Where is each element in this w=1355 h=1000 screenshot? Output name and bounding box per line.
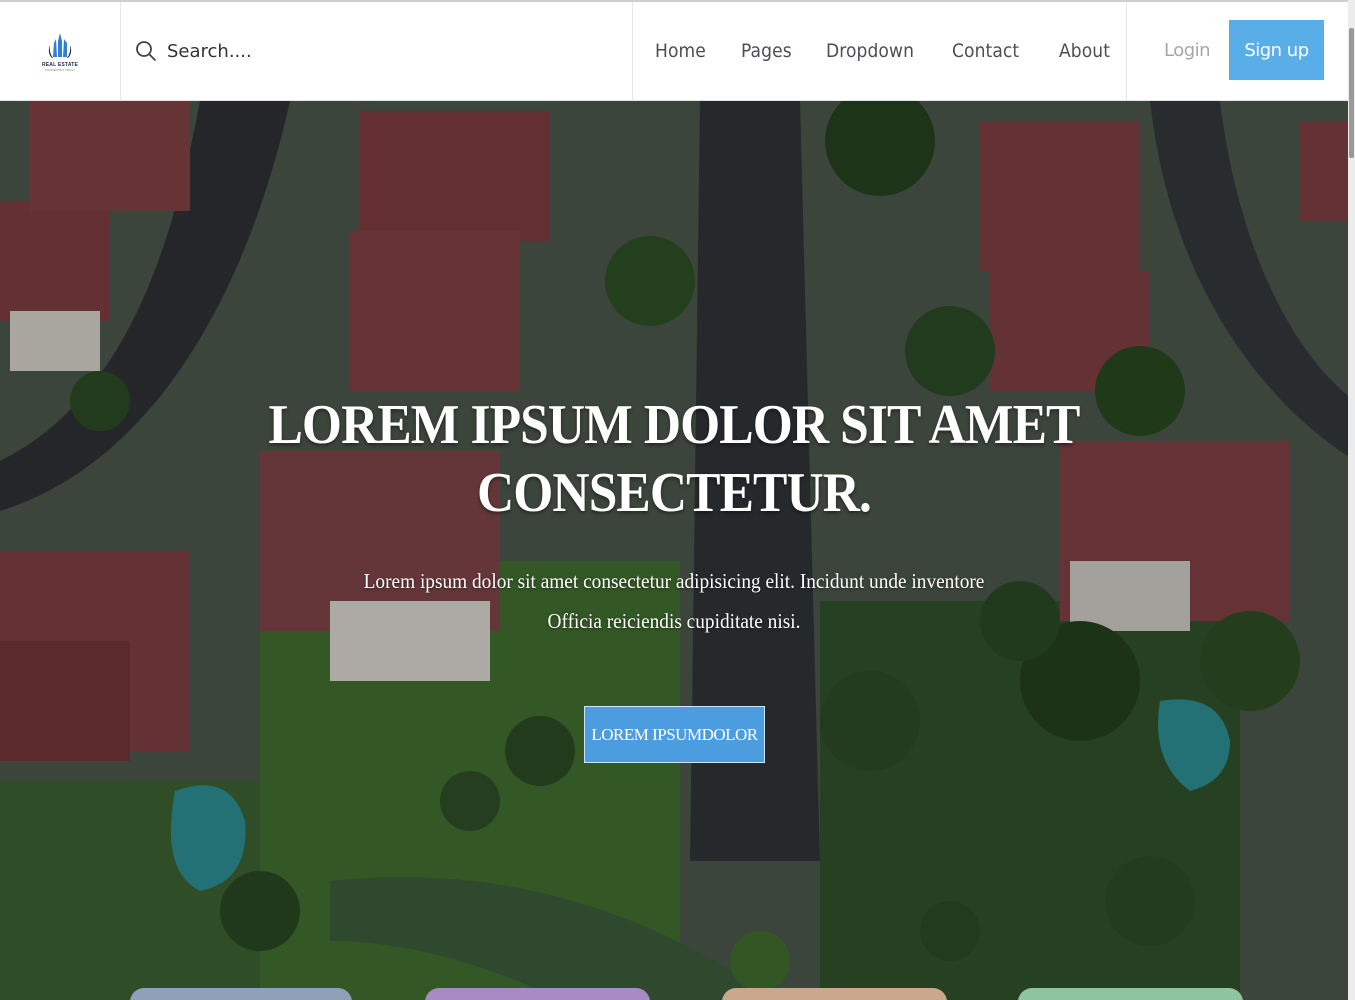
brand-logo[interactable]: REAL ESTATE PROPERTIES TRUST [42, 31, 78, 72]
card-tab-2 [425, 988, 650, 1000]
card-tab-1 [130, 988, 352, 1000]
search-input[interactable] [167, 40, 607, 62]
hero-cta-button[interactable]: LOREM IPSUMDOLOR [584, 706, 765, 763]
nav-about[interactable]: About [1059, 40, 1110, 62]
hero-subtext-line2: Officia reiciendis cupiditate nisi. [547, 609, 801, 633]
hero-subtext-line1: Lorem ipsum dolor sit amet consectetur a… [363, 569, 985, 593]
hero-overlay [0, 101, 1355, 1000]
hero-headline-line2: CONSECTETUR. [476, 462, 872, 524]
hero-section: LOREM IPSUM DOLOR SIT AMET CONSECTETUR. … [0, 101, 1355, 1000]
card-tab-3 [722, 988, 947, 1000]
scrollbar-thumb[interactable] [1349, 28, 1354, 158]
main-menu: Home Pages Dropdown Contact About [633, 2, 1127, 100]
nav-contact[interactable]: Contact [952, 40, 1019, 62]
nav-pages[interactable]: Pages [741, 40, 792, 62]
hero-subtext: Lorem ipsum dolor sit amet consectetur a… [54, 561, 1294, 641]
login-link[interactable]: Login [1164, 40, 1211, 61]
signup-button[interactable]: Sign up [1229, 20, 1324, 80]
search-icon[interactable] [135, 40, 157, 62]
scrollbar[interactable] [1348, 0, 1355, 1000]
building-logo-icon [48, 32, 72, 58]
brand-tagline: PROPERTIES TRUST [44, 67, 76, 72]
nav-dropdown[interactable]: Dropdown [826, 40, 914, 62]
search-bar [121, 2, 633, 100]
hero-headline: LOREM IPSUM DOLOR SIT AMET CONSECTETUR. [54, 391, 1294, 527]
nav-home[interactable]: Home [655, 40, 706, 62]
auth-area: Login Sign up [1127, 2, 1355, 100]
logo-cell: REAL ESTATE PROPERTIES TRUST [0, 2, 121, 100]
card-tab-4 [1018, 988, 1243, 1000]
navbar: REAL ESTATE PROPERTIES TRUST Home Pages … [0, 0, 1355, 101]
hero-headline-line1: LOREM IPSUM DOLOR SIT AMET [268, 394, 1080, 456]
